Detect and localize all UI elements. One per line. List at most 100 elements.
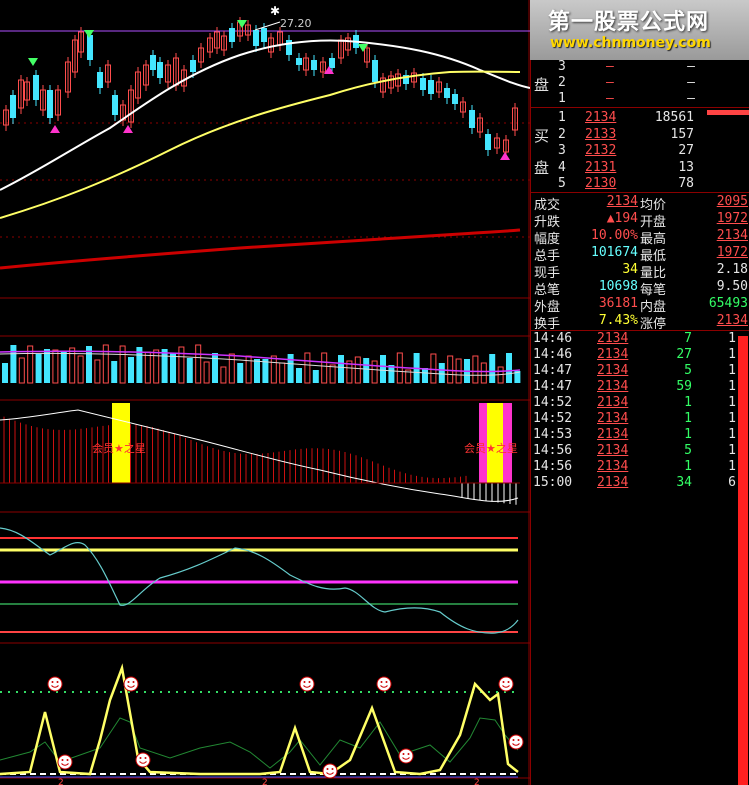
panel-borders xyxy=(0,0,530,785)
stat-value: 1972 xyxy=(716,211,748,226)
candle-body-down xyxy=(452,94,458,104)
tick-time: 14:52 xyxy=(533,411,573,426)
smiley-icon xyxy=(47,676,63,692)
volume-bar xyxy=(228,353,235,384)
kline-panel[interactable]: ✱ 27.20 xyxy=(0,4,530,270)
volume-bar xyxy=(489,354,496,383)
buy-price: 2131 xyxy=(585,159,617,175)
axis-tick-3: 2 xyxy=(474,778,480,785)
tick-count: 1 xyxy=(728,379,736,394)
volume-bar xyxy=(102,344,109,384)
ma-red-line xyxy=(0,228,521,270)
buy-price: 2133 xyxy=(585,126,617,142)
volume-bar xyxy=(254,359,260,383)
candle-body-down xyxy=(329,58,335,68)
tick-row: 14:46 2134 27 1 xyxy=(531,347,749,363)
stat-value: 2095 xyxy=(716,194,748,209)
axis-tick-2: 2 xyxy=(262,778,268,785)
tick-row: 14:47 2134 5 1 xyxy=(531,363,749,379)
volume-bar xyxy=(262,359,269,383)
sell-price: — xyxy=(606,75,614,90)
smiley-icon xyxy=(57,754,73,770)
smiley-icon xyxy=(322,763,338,779)
indicator-white-line xyxy=(0,409,519,502)
stat-value: 9.50 xyxy=(716,279,748,294)
oscillator-panel[interactable] xyxy=(0,527,519,634)
candle-body-down xyxy=(190,60,196,72)
volume-bar xyxy=(186,358,193,383)
signal-yellow-line xyxy=(0,663,519,776)
volume-bar xyxy=(94,359,101,384)
tick-volume: 5 xyxy=(684,443,692,458)
volume-bar xyxy=(438,363,445,383)
tick-time: 14:52 xyxy=(533,395,573,410)
volume-bar xyxy=(287,354,294,383)
volume-bar xyxy=(237,363,244,383)
high-marker-star: ✱ xyxy=(270,4,280,18)
stat-row: 总笔 10698 每笔 9.50 xyxy=(531,279,749,298)
signal-label-right: 会员★之星 xyxy=(464,441,518,455)
tick-count: 1 xyxy=(728,427,736,442)
volume-bar xyxy=(338,355,344,383)
tick-count: 1 xyxy=(728,363,736,378)
volume-bar xyxy=(161,349,168,383)
buy-order-row: 1 2134 18561 xyxy=(531,110,749,126)
volume-bar xyxy=(279,362,286,384)
smiley-icon xyxy=(398,748,414,764)
volume-bar xyxy=(371,360,378,384)
candle-body-down xyxy=(150,55,156,70)
chart-area[interactable]: ✱ 27.20 会员★之星 会员★之星 2 2 2 xyxy=(0,0,530,785)
buy-level: 4 xyxy=(558,159,566,175)
tick-count: 1 xyxy=(728,443,736,458)
scroll-indicator-bar[interactable] xyxy=(738,336,748,785)
candle-body-down xyxy=(444,88,450,98)
buy-level: 2 xyxy=(558,126,566,142)
tick-time: 14:46 xyxy=(533,331,573,346)
tick-count: 6 xyxy=(728,475,736,490)
volume-bar xyxy=(430,353,437,384)
watermark-banner: 第一股票公式网 www.chnmoney.com xyxy=(530,0,749,60)
buy-level: 3 xyxy=(558,143,566,158)
volume-bar xyxy=(506,353,512,383)
smiley-icon xyxy=(376,676,392,692)
buy-price: 2132 xyxy=(585,143,617,158)
stat-row: 幅度 10.00% 最高 2134 xyxy=(531,228,749,247)
stat-value: 34 xyxy=(622,262,638,277)
smiley-icon xyxy=(508,734,524,750)
tick-price: 2134 xyxy=(597,363,629,378)
candle-body-down xyxy=(33,75,39,100)
volume-bar xyxy=(111,361,118,383)
volume-bar xyxy=(212,353,218,383)
signal-panel[interactable]: 2 2 2 xyxy=(0,663,524,785)
buy-level: 1 xyxy=(558,110,566,125)
tick-volume: 7 xyxy=(684,331,692,346)
stat-value: 10.00% xyxy=(591,228,638,243)
volume-bar xyxy=(363,358,370,383)
tick-price: 2134 xyxy=(597,427,629,442)
tick-row: 14:56 2134 1 1 xyxy=(531,459,749,475)
candle-body-down xyxy=(420,78,426,90)
tick-volume: 1 xyxy=(684,395,692,410)
buy-volume: 27 xyxy=(678,143,694,158)
tick-row: 15:00 2134 34 6 xyxy=(531,475,749,491)
volume-bar xyxy=(10,345,17,383)
tick-time: 14:47 xyxy=(533,379,573,394)
candle-body-down xyxy=(47,90,53,118)
volume-bar xyxy=(77,355,84,384)
stat-row: 换手 7.43% 涨停 2134 xyxy=(531,313,749,332)
tick-time: 14:46 xyxy=(533,347,573,362)
volume-bar xyxy=(170,353,176,383)
tick-time: 14:56 xyxy=(533,459,573,474)
tick-row: 14:47 2134 59 1 xyxy=(531,379,749,395)
candle-body-down xyxy=(87,35,93,60)
tick-time: 14:47 xyxy=(533,363,573,378)
tick-volume: 5 xyxy=(684,363,692,378)
tick-count: 1 xyxy=(728,411,736,426)
volume-bar xyxy=(60,352,67,383)
volume-bar xyxy=(472,355,479,384)
indicator-panel[interactable]: 会员★之星 会员★之星 xyxy=(0,403,520,505)
tick-price: 2134 xyxy=(597,475,629,490)
divider xyxy=(531,107,749,108)
smiley-icon xyxy=(299,676,315,692)
tick-price: 2134 xyxy=(597,459,629,474)
